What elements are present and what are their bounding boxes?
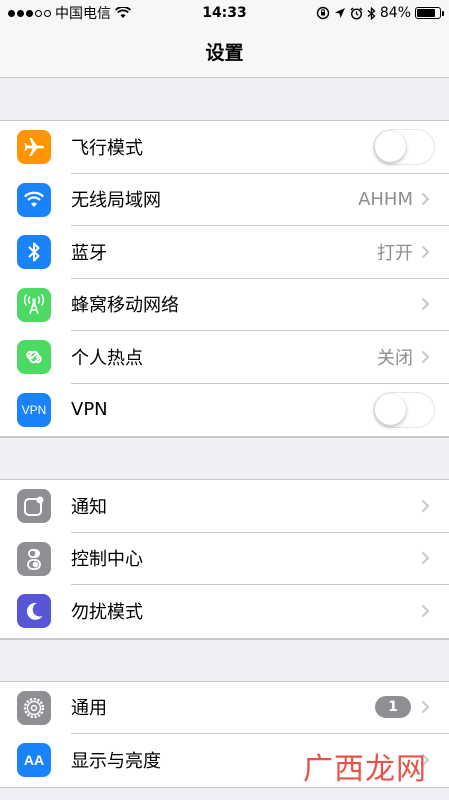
- rotation-lock-icon: [316, 6, 330, 20]
- row-label: 飞行模式: [71, 137, 143, 159]
- battery-percent: 84%: [379, 5, 411, 21]
- row-cellular[interactable]: 蜂窝移动网络: [0, 279, 449, 331]
- settings-group-connectivity: 飞行模式 无线局域网 AHHM 蓝牙 打开 蜂窝移动网络 个人热点 关闭 VPN…: [0, 120, 449, 437]
- row-label: 通用: [71, 698, 107, 720]
- settings-group-system: 通知 控制中心 勿扰模式: [0, 479, 449, 639]
- row-bluetooth[interactable]: 蓝牙 打开: [0, 226, 449, 279]
- row-notifications[interactable]: 通知: [0, 480, 449, 533]
- row-label: 个人热点: [71, 347, 143, 369]
- alarm-icon: [350, 7, 363, 20]
- bluetooth-status-icon: [367, 6, 376, 20]
- row-personal-hotspot[interactable]: 个人热点 关闭: [0, 331, 449, 384]
- row-general[interactable]: 通用 1: [0, 682, 449, 734]
- row-value: 关闭: [377, 347, 413, 369]
- vpn-icon-text: VPN: [21, 402, 47, 417]
- update-badge: 1: [375, 696, 411, 719]
- watermark: 广西龙网: [303, 752, 427, 787]
- chevron-right-icon: [421, 604, 435, 618]
- chevron-right-icon: [421, 700, 435, 714]
- wifi-status-icon: [115, 7, 131, 18]
- vpn-toggle[interactable]: [373, 391, 435, 428]
- bluetooth-icon: [17, 235, 51, 270]
- location-icon: [334, 8, 345, 18]
- status-left: 中国电信: [8, 3, 131, 23]
- row-label: VPN: [71, 399, 108, 421]
- chevron-right-icon: [421, 192, 435, 206]
- row-label: 无线局域网: [71, 190, 161, 212]
- control-center-icon: [17, 541, 51, 576]
- row-airplane-mode: 飞行模式: [0, 121, 449, 174]
- battery-icon: [415, 7, 444, 19]
- row-vpn: VPN VPN: [0, 384, 449, 437]
- display-icon: AA: [17, 743, 51, 778]
- nav-bar: 设置: [0, 26, 449, 78]
- row-label: 控制中心: [71, 549, 143, 571]
- display-icon-text: AA: [23, 752, 45, 769]
- row-do-not-disturb[interactable]: 勿扰模式: [0, 585, 449, 638]
- chevron-right-icon: [421, 551, 435, 565]
- row-control-center[interactable]: 控制中心: [0, 533, 449, 585]
- row-label: 勿扰模式: [71, 602, 143, 624]
- gear-icon: [17, 690, 51, 725]
- row-wifi[interactable]: 无线局域网 AHHM: [0, 174, 449, 226]
- airplane-icon: [17, 130, 51, 165]
- carrier-name: 中国电信: [55, 6, 111, 22]
- chevron-right-icon: [421, 245, 435, 259]
- row-value: 打开: [377, 242, 413, 264]
- section-spacer: [0, 437, 449, 479]
- airplane-mode-toggle[interactable]: [373, 128, 435, 165]
- status-right: 84%: [316, 5, 444, 21]
- notifications-icon: [17, 489, 51, 524]
- wifi-icon: [17, 182, 51, 217]
- chevron-right-icon: [421, 350, 435, 364]
- row-label: 蜂窝移动网络: [71, 295, 179, 317]
- page-title: 设置: [205, 42, 244, 64]
- chevron-right-icon: [421, 297, 435, 311]
- row-value: AHHM: [358, 188, 413, 210]
- cellular-icon: [17, 287, 51, 322]
- vpn-icon: VPN: [17, 392, 51, 427]
- status-bar: 中国电信 14:33 84%: [0, 0, 449, 26]
- hotspot-icon: [17, 340, 51, 375]
- moon-icon: [17, 594, 51, 629]
- section-spacer: [0, 638, 449, 681]
- signal-strength-icon: [8, 9, 51, 17]
- chevron-right-icon: [421, 499, 435, 513]
- row-label: 通知: [71, 496, 107, 518]
- row-label: 蓝牙: [71, 242, 107, 264]
